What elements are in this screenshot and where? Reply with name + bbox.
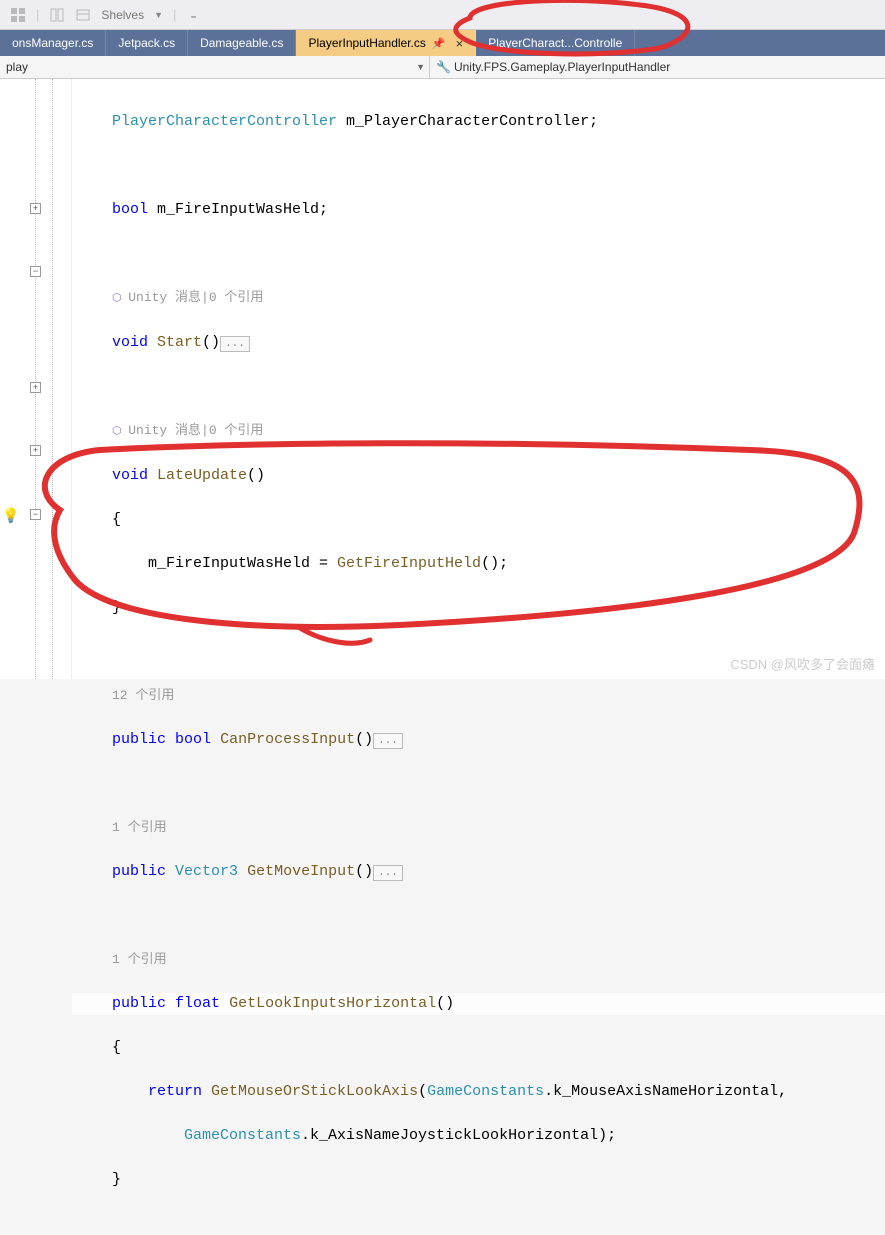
blank-line xyxy=(72,376,885,398)
separator: | xyxy=(36,7,39,22)
close-icon[interactable]: × xyxy=(456,36,464,51)
watermark: CSDN @风吹多了会面瘫 xyxy=(730,654,875,673)
blank-line xyxy=(72,905,885,927)
code-line: public bool CanProcessInput()... xyxy=(72,729,885,751)
nav-scope-dropdown[interactable]: play ▼ xyxy=(0,56,430,78)
collapsed-region[interactable]: ... xyxy=(220,336,250,352)
tab-label: Damageable.cs xyxy=(200,36,283,50)
code-line: } xyxy=(72,1169,885,1191)
nav-member-dropdown[interactable]: 🔧 Unity.FPS.Gameplay.PlayerInputHandler xyxy=(430,56,885,78)
tab-label: PlayerInputHandler.cs xyxy=(308,36,425,50)
chevron-down-icon: ▼ xyxy=(416,62,425,72)
shelves-label[interactable]: Shelves xyxy=(101,8,144,22)
code-line: } xyxy=(72,597,885,619)
nav-member-text: Unity.FPS.Gameplay.PlayerInputHandler xyxy=(454,60,670,74)
gutter: + − + + − 💡 xyxy=(0,79,72,679)
tab-playercharactercontroller[interactable]: PlayerCharact...Controlle xyxy=(476,30,635,56)
lightbulb-icon[interactable]: 💡 xyxy=(2,507,19,524)
top-toolbar: | Shelves ▼ | ₌ xyxy=(0,0,885,30)
codelens[interactable]: 1 个引用 xyxy=(72,949,885,971)
codelens[interactable]: ⬡ Unity 消息|0 个引用 xyxy=(72,287,885,310)
code-line: GameConstants.k_AxisNameJoystickLookHori… xyxy=(72,1125,885,1147)
grid-icon[interactable] xyxy=(10,7,26,23)
code-line: bool m_FireInputWasHeld; xyxy=(72,199,885,221)
code-line-active: public float GetLookInputsHorizontal() xyxy=(72,993,885,1015)
overflow-icon[interactable]: ₌ xyxy=(190,8,196,22)
collapsed-region[interactable]: ... xyxy=(373,733,403,749)
collapsed-region[interactable]: ... xyxy=(373,865,403,881)
fold-minus-icon[interactable]: − xyxy=(30,266,41,277)
blank-line xyxy=(72,155,885,177)
nav-bar: play ▼ 🔧 Unity.FPS.Gameplay.PlayerInputH… xyxy=(0,56,885,79)
tab-label: onsManager.cs xyxy=(12,36,93,50)
codelens[interactable]: 1 个引用 xyxy=(72,817,885,839)
code-line: public Vector3 GetMoveInput()... xyxy=(72,861,885,883)
codelens[interactable]: 12 个引用 xyxy=(72,685,885,707)
fold-plus-icon[interactable]: + xyxy=(30,203,41,214)
fold-plus-icon[interactable]: + xyxy=(30,445,41,456)
code-pane[interactable]: PlayerCharacterController m_PlayerCharac… xyxy=(72,79,885,679)
fold-plus-icon[interactable]: + xyxy=(30,382,41,393)
blank-line xyxy=(72,773,885,795)
tab-label: Jetpack.cs xyxy=(118,36,175,50)
code-line: return GetMouseOrStickLookAxis(GameConst… xyxy=(72,1081,885,1103)
tab-label: PlayerCharact...Controlle xyxy=(488,36,622,50)
shelf-icon[interactable] xyxy=(75,7,91,23)
code-line: m_FireInputWasHeld = GetFireInputHeld(); xyxy=(72,553,885,575)
tab-jetpack[interactable]: Jetpack.cs xyxy=(106,30,188,56)
code-line: { xyxy=(72,1037,885,1059)
code-line: void Start()... xyxy=(72,332,885,354)
dropdown-icon[interactable]: ▼ xyxy=(154,10,163,20)
fold-minus-icon[interactable]: − xyxy=(30,509,41,520)
editor-area: + − + + − 💡 PlayerCharacterController m_… xyxy=(0,79,885,679)
separator: | xyxy=(173,7,176,22)
code-line: PlayerCharacterController m_PlayerCharac… xyxy=(72,111,885,133)
blank-line xyxy=(72,243,885,265)
wrench-icon: 🔧 xyxy=(436,60,451,74)
nav-scope-text: play xyxy=(6,60,28,74)
tab-damageable[interactable]: Damageable.cs xyxy=(188,30,296,56)
tabs-row: onsManager.cs Jetpack.cs Damageable.cs P… xyxy=(0,30,885,56)
tab-playerinputhandler[interactable]: PlayerInputHandler.cs 📌 × xyxy=(296,30,476,56)
code-line: { xyxy=(72,509,885,531)
pin-icon[interactable]: 📌 xyxy=(432,37,446,50)
compare-icon[interactable] xyxy=(49,7,65,23)
code-line: void LateUpdate() xyxy=(72,465,885,487)
tab-onsmanager[interactable]: onsManager.cs xyxy=(0,30,106,56)
codelens[interactable]: ⬡ Unity 消息|0 个引用 xyxy=(72,420,885,443)
